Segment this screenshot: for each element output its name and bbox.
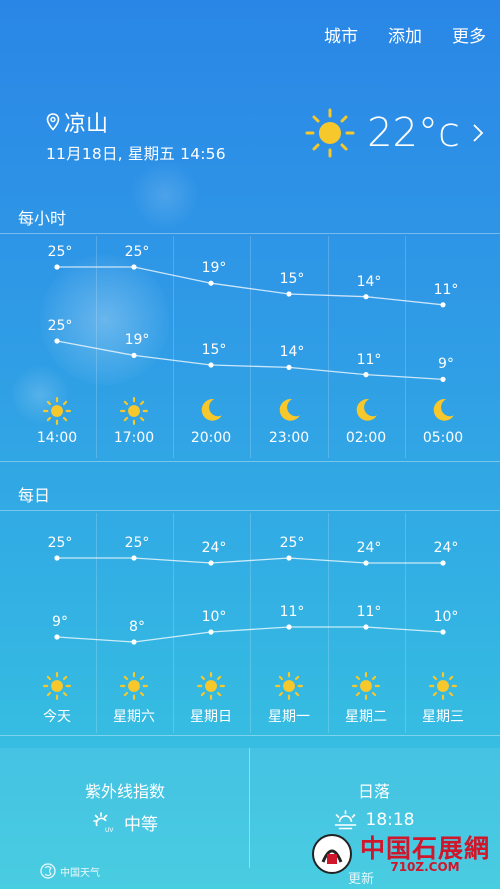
watermark-emblem-icon	[311, 834, 352, 874]
sun-icon	[429, 672, 457, 704]
low-temp-point	[54, 634, 60, 640]
high-temp-line	[57, 557, 443, 564]
uv-panel[interactable]: UV 中等	[92, 810, 158, 835]
high-temp-point	[363, 560, 369, 566]
low-temp-point	[131, 639, 137, 645]
high-temp-point	[440, 560, 446, 566]
weather-logo-text: 中国天气	[60, 867, 100, 879]
uv-icon: UV	[93, 811, 114, 834]
high-temp-label: 25°	[124, 535, 150, 551]
low-temp-label: 9°	[52, 614, 68, 630]
day-label: 今天	[43, 709, 71, 725]
bottom-divider	[249, 748, 250, 868]
day-label: 星期二	[345, 709, 387, 725]
high-temp-label: 24°	[201, 540, 227, 556]
day-label: 星期六	[113, 709, 155, 725]
low-temp-label: 10°	[433, 609, 459, 625]
watermark-title: 中国石展網	[359, 833, 490, 863]
uv-value: 中等	[124, 815, 158, 835]
weather-logo-icon	[40, 863, 56, 879]
low-temp-label: 11°	[279, 604, 305, 620]
high-temp-label: 25°	[279, 535, 305, 551]
high-temp-point	[54, 555, 60, 561]
watermark-url: 710Z.COM	[390, 859, 460, 874]
low-temp-label: 10°	[201, 609, 227, 625]
low-temp-point	[286, 624, 292, 630]
sunset-title: 日落	[357, 782, 391, 801]
low-temp-label: 11°	[356, 604, 382, 620]
high-temp-point	[208, 560, 214, 566]
high-temp-point	[286, 555, 292, 561]
sun-icon	[275, 672, 303, 704]
sunset-value: 18:18	[365, 810, 415, 830]
low-temp-line	[56, 626, 444, 643]
weather-logo: 中国天气	[40, 862, 100, 880]
svg-text:UV: UV	[105, 827, 114, 834]
high-temp-label: 24°	[356, 540, 382, 556]
sunset-panel[interactable]: 18:18	[334, 810, 415, 830]
day-label: 星期日	[190, 709, 232, 725]
day-label: 星期一	[268, 709, 310, 725]
high-temp-label: 24°	[433, 540, 459, 556]
sun-icon	[352, 672, 380, 704]
high-temp-point	[131, 555, 137, 561]
sun-icon	[197, 672, 225, 704]
low-temp-point	[440, 629, 446, 635]
uv-title: 紫外线指数	[84, 782, 166, 801]
sunset-icon	[334, 810, 357, 830]
day-label: 星期三	[422, 709, 464, 725]
high-temp-label: 25°	[47, 535, 73, 551]
sun-icon	[120, 672, 148, 704]
low-temp-point	[363, 624, 369, 630]
sun-icon	[43, 672, 71, 704]
watermark: 中国石展網 710Z.COM	[310, 832, 490, 876]
low-temp-label: 8°	[129, 619, 145, 635]
low-temp-point	[208, 629, 214, 635]
